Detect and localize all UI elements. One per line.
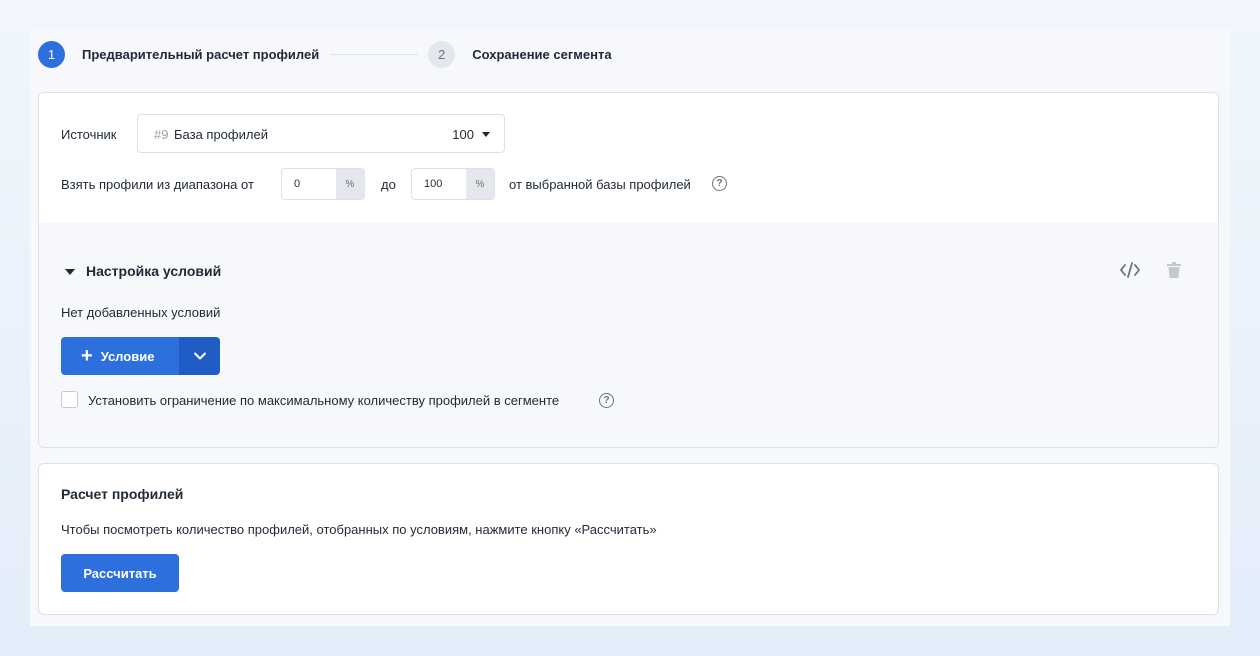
stepper: 1 Предварительный расчет профилей 2 Сохр… <box>38 40 612 68</box>
calculation-card: Расчет профилей Чтобы посмотреть количес… <box>38 463 1219 615</box>
step-1-indicator[interactable]: 1 <box>38 40 65 68</box>
source-count: 100 <box>452 127 474 142</box>
source-label: Источник <box>61 127 117 142</box>
calculate-button[interactable]: Рассчитать <box>61 554 179 592</box>
plus-icon: + <box>81 345 93 367</box>
code-icon[interactable] <box>1119 259 1141 281</box>
step-2-indicator[interactable]: 2 <box>428 40 456 68</box>
percent-unit: % <box>466 169 494 199</box>
calculation-description: Чтобы посмотреть количество профилей, от… <box>61 522 657 537</box>
step-1-label[interactable]: Предварительный расчет профилей <box>82 47 319 62</box>
range-to-field[interactable]: % <box>411 168 495 200</box>
conditions-section: Настройка условий Нет добавленных услови… <box>39 223 1218 447</box>
no-conditions-text: Нет добавленных условий <box>61 305 221 320</box>
collapse-caret-icon[interactable] <box>65 269 75 275</box>
range-suffix: от выбранной базы профилей <box>509 177 691 192</box>
step-2-label[interactable]: Сохранение сегмента <box>472 47 611 62</box>
add-condition-split-button: + Условие <box>61 337 220 375</box>
percent-unit: % <box>336 169 364 199</box>
source-id: #9 <box>154 127 169 142</box>
limit-checkbox[interactable] <box>61 391 78 408</box>
source-name: База профилей <box>174 127 268 142</box>
chevron-down-icon <box>193 352 206 360</box>
range-to-label: до <box>381 177 396 192</box>
range-label: Взять профили из диапазона от <box>61 177 254 192</box>
caret-down-icon <box>482 132 490 137</box>
add-condition-dropdown[interactable] <box>179 337 220 375</box>
calculation-title: Расчет профилей <box>61 486 184 502</box>
step-connector <box>330 53 419 55</box>
trash-icon[interactable] <box>1163 259 1185 281</box>
source-select[interactable]: #9 База профилей 100 <box>137 114 505 153</box>
segment-builder: 1 Предварительный расчет профилей 2 Сохр… <box>30 27 1230 626</box>
add-condition-label: Условие <box>100 348 155 364</box>
help-icon[interactable]: ? <box>712 176 727 191</box>
limit-checkbox-label[interactable]: Установить ограничение по максимальному … <box>88 393 559 408</box>
help-icon[interactable]: ? <box>599 393 614 408</box>
range-to-input[interactable] <box>412 169 467 199</box>
conditions-title[interactable]: Настройка условий <box>86 263 221 279</box>
range-from-field[interactable]: % <box>281 168 365 200</box>
segment-settings-card: Источник #9 База профилей 100 Взять проф… <box>38 92 1219 448</box>
range-from-input[interactable] <box>282 169 337 199</box>
add-condition-button[interactable]: + Условие <box>61 337 179 375</box>
source-section: Источник #9 База профилей 100 Взять проф… <box>39 93 1218 224</box>
